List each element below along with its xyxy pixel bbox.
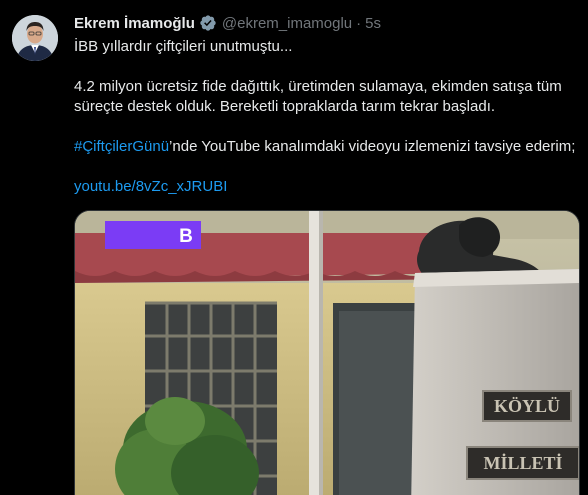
avatar[interactable] bbox=[12, 15, 58, 61]
tweet-line-4: youtu.be/8vZc_xJRUBI bbox=[74, 177, 584, 197]
tweet-line-3: #ÇiftçilerGünü’nde YouTube kanalımdaki v… bbox=[74, 137, 584, 157]
tweet[interactable]: Ekrem İmamoğlu @ekrem_imamoglu · 5s İBB … bbox=[0, 0, 588, 495]
plaque-text-top: KÖYLÜ bbox=[494, 396, 560, 416]
timestamp[interactable]: 5s bbox=[365, 15, 381, 32]
tweet-text: İBB yıllardır çiftçileri unutmuştu... 4.… bbox=[74, 37, 584, 197]
tweet-line-2: 4.2 milyon ücretsiz fide dağıttık, üreti… bbox=[74, 78, 562, 115]
video-thumbnail[interactable]: KÖYLÜ MİLLETİ B bbox=[74, 210, 580, 495]
youtube-link[interactable]: youtu.be/8vZc_xJRUBI bbox=[74, 178, 227, 195]
handle[interactable]: @ekrem_imamoglu bbox=[222, 15, 352, 32]
hashtag-link[interactable]: #ÇiftçilerGünü bbox=[74, 138, 169, 155]
separator-dot: · bbox=[356, 14, 362, 32]
plaque-text-bottom: MİLLETİ bbox=[483, 453, 562, 473]
overlay-letter: B bbox=[179, 226, 193, 247]
tweet-line-1: İBB yıllardır çiftçileri unutmuştu... bbox=[74, 38, 293, 55]
display-name[interactable]: Ekrem İmamoğlu bbox=[74, 15, 195, 32]
tweet-content: Ekrem İmamoğlu @ekrem_imamoglu · 5s İBB … bbox=[74, 12, 584, 197]
verified-badge-icon bbox=[199, 14, 217, 32]
tweet-header: Ekrem İmamoğlu @ekrem_imamoglu · 5s bbox=[74, 12, 584, 34]
tweet-line-3-rest: ’nde YouTube kanalımdaki videoyu izlemen… bbox=[169, 138, 576, 155]
